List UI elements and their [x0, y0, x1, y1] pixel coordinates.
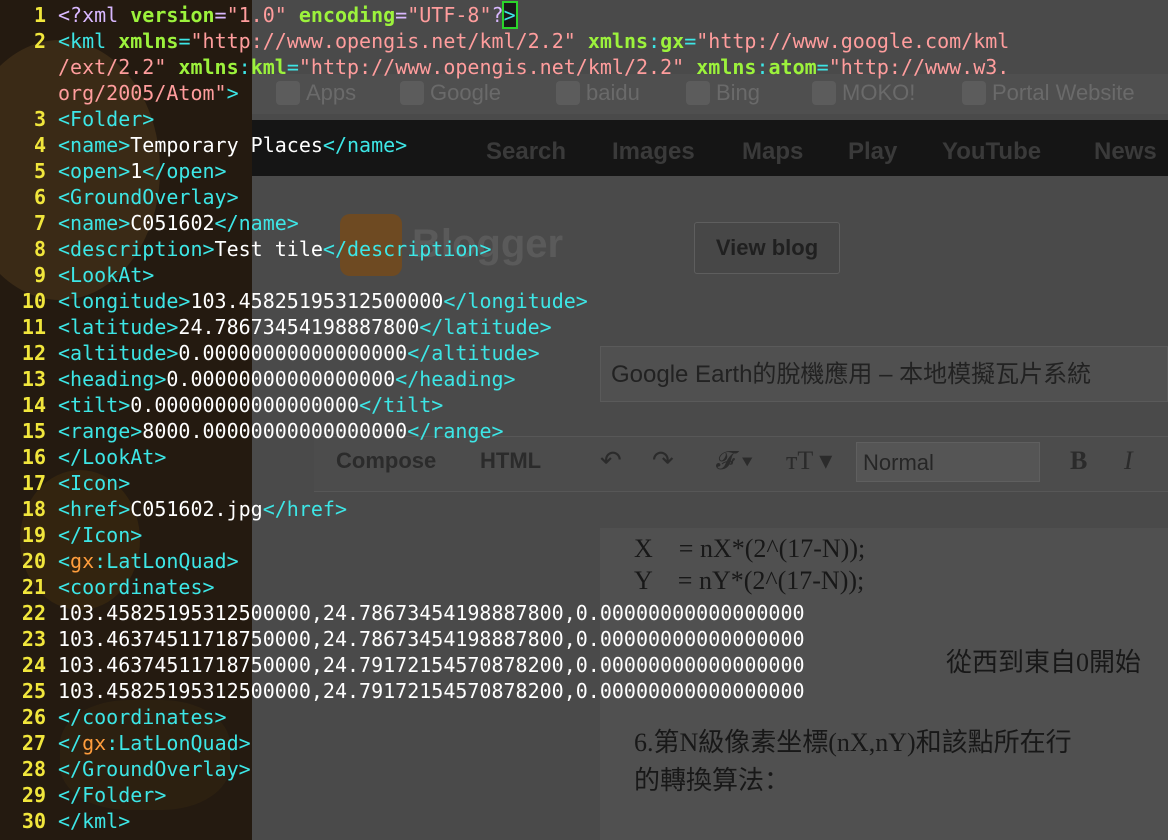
code-line: 26 </coordinates> [0, 704, 1168, 730]
code-line: 22 103.45825195312500000,24.786734541988… [0, 600, 1168, 626]
line-number: 18 [21, 497, 46, 521]
line-number: 20 [21, 549, 46, 573]
code-line: 8 <description>Test tile</description> [0, 236, 1168, 262]
code-text: <open>1</open> [58, 159, 227, 183]
code-text: <coordinates> [58, 575, 215, 599]
line-number: 27 [21, 731, 46, 755]
code-line: 16 </LookAt> [0, 444, 1168, 470]
line-number: 7 [33, 211, 46, 235]
code-text: 103.45825195312500000,24.791721545708782… [58, 679, 805, 703]
code-text: </coordinates> [58, 705, 227, 729]
code-line: 1 <?xml version="1.0" encoding="UTF-8"?> [0, 1, 1168, 29]
line-number: 11 [21, 315, 46, 339]
code-text: <kml xmlns="http://www.opengis.net/kml/2… [58, 29, 1010, 53]
line-number: 25 [21, 679, 46, 703]
code-text: <altitude>0.00000000000000000</altitude> [58, 341, 540, 365]
code-line: 21 <coordinates> [0, 574, 1168, 600]
code-line: 9 <LookAt> [0, 262, 1168, 288]
code-text: </GroundOverlay> [58, 757, 251, 781]
code-line: 23 103.46374511718750000,24.786734541988… [0, 626, 1168, 652]
code-line: 24 103.46374511718750000,24.791721545708… [0, 652, 1168, 678]
code-text: org/2005/Atom"> [58, 81, 239, 105]
code-line: 5 <open>1</open> [0, 158, 1168, 184]
code-text: </Folder> [58, 783, 167, 807]
line-number: 30 [21, 809, 46, 833]
line-number: 5 [33, 159, 46, 183]
code-line: 29 </Folder> [0, 782, 1168, 808]
line-number: 9 [33, 263, 46, 287]
code-line: 27 </gx:LatLonQuad> [0, 730, 1168, 756]
line-number: 24 [21, 653, 46, 677]
code-text: <Folder> [58, 107, 155, 131]
code-text: <tilt>0.00000000000000000</tilt> [58, 393, 444, 417]
code-text: <name>C051602</name> [58, 211, 299, 235]
code-line: 20 <gx:LatLonQuad> [0, 548, 1168, 574]
code-text: <description>Test tile</description> [58, 237, 492, 261]
code-line: 18 <href>C051602.jpg</href> [0, 496, 1168, 522]
code-line: 7 <name>C051602</name> [0, 210, 1168, 236]
code-text: </kml> [58, 809, 131, 833]
line-number: 10 [21, 289, 46, 313]
code-line: 10 <longitude>103.45825195312500000</lon… [0, 288, 1168, 314]
code-text: <latitude>24.78673454198887800</latitude… [58, 315, 552, 339]
line-number: 2 [33, 29, 46, 53]
code-line-wrap: /ext/2.2" xmlns:kml="http://www.opengis.… [0, 54, 1168, 80]
code-line-wrap: org/2005/Atom"> [0, 80, 1168, 106]
line-number: 14 [21, 393, 46, 417]
line-number: 1 [33, 3, 46, 27]
line-number: 26 [21, 705, 46, 729]
line-number: 13 [21, 367, 46, 391]
code-text: <Icon> [58, 471, 131, 495]
code-line: 6 <GroundOverlay> [0, 184, 1168, 210]
code-text: <name>Temporary Places</name> [58, 133, 408, 157]
code-line: 4 <name>Temporary Places</name> [0, 132, 1168, 158]
code-text: <GroundOverlay> [58, 185, 239, 209]
code-text: 103.46374511718750000,24.786734541988878… [58, 627, 805, 651]
code-line: 12 <altitude>0.00000000000000000</altitu… [0, 340, 1168, 366]
code-text: </gx:LatLonQuad> [58, 731, 251, 755]
code-line: 28 </GroundOverlay> [0, 756, 1168, 782]
line-number: 23 [21, 627, 46, 651]
line-number: 19 [21, 523, 46, 547]
line-number: 16 [21, 445, 46, 469]
line-number: 15 [21, 419, 46, 443]
line-number: 6 [33, 185, 46, 209]
code-line: 2 <kml xmlns="http://www.opengis.net/kml… [0, 28, 1168, 54]
terminal-editor[interactable]: 1 <?xml version="1.0" encoding="UTF-8"?>… [0, 0, 1168, 840]
line-number: 17 [21, 471, 46, 495]
line-number: 29 [21, 783, 46, 807]
line-number: 4 [33, 133, 46, 157]
code-line: 25 103.45825195312500000,24.791721545708… [0, 678, 1168, 704]
code-text: </LookAt> [58, 445, 167, 469]
code-text: <href>C051602.jpg</href> [58, 497, 347, 521]
code-text: 103.45825195312500000,24.786734541988878… [58, 601, 805, 625]
line-number: 21 [21, 575, 46, 599]
code-line: 17 <Icon> [0, 470, 1168, 496]
code-text: /ext/2.2" xmlns:kml="http://www.opengis.… [58, 55, 1010, 79]
code-line: 15 <range>8000.00000000000000000</range> [0, 418, 1168, 444]
line-number: 3 [33, 107, 46, 131]
line-number: 8 [33, 237, 46, 261]
code-line: 11 <latitude>24.78673454198887800</latit… [0, 314, 1168, 340]
code-line: 13 <heading>0.00000000000000000</heading… [0, 366, 1168, 392]
line-number: 28 [21, 757, 46, 781]
text-cursor: > [501, 1, 518, 29]
code-line: 30 </kml> [0, 808, 1168, 834]
code-text: </Icon> [58, 523, 143, 547]
code-text: <range>8000.00000000000000000</range> [58, 419, 504, 443]
code-line: 14 <tilt>0.00000000000000000</tilt> [0, 392, 1168, 418]
code-text: <?xml version="1.0" encoding="UTF-8"?> [58, 1, 518, 29]
line-number: 12 [21, 341, 46, 365]
line-number: 22 [21, 601, 46, 625]
code-text: <heading>0.00000000000000000</heading> [58, 367, 516, 391]
code-text: <longitude>103.45825195312500000</longit… [58, 289, 588, 313]
code-text: <gx:LatLonQuad> [58, 549, 239, 573]
code-text: <LookAt> [58, 263, 155, 287]
code-text: 103.46374511718750000,24.791721545708782… [58, 653, 805, 677]
code-line: 19 </Icon> [0, 522, 1168, 548]
code-line: 3 <Folder> [0, 106, 1168, 132]
